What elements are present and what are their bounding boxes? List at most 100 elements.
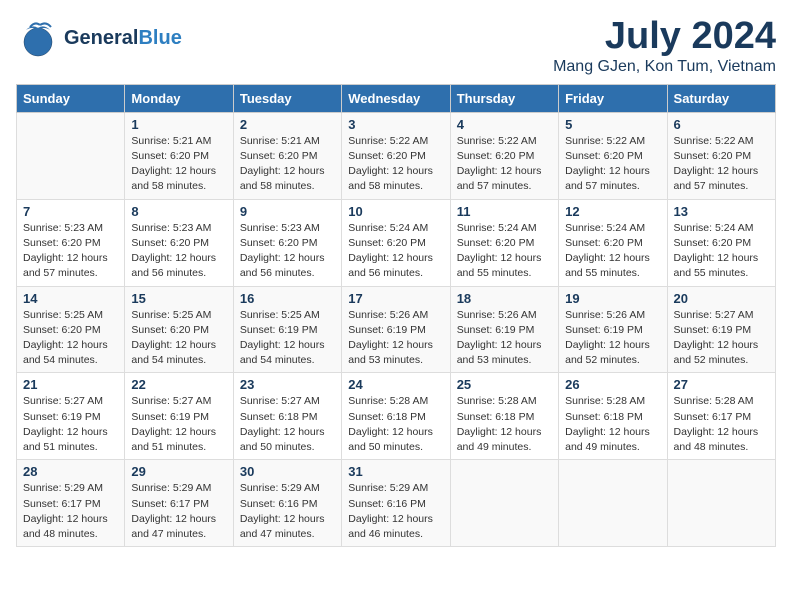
- day-info: Sunrise: 5:23 AM Sunset: 6:20 PM Dayligh…: [240, 221, 335, 282]
- day-info: Sunrise: 5:27 AM Sunset: 6:19 PM Dayligh…: [131, 394, 226, 455]
- day-info: Sunrise: 5:29 AM Sunset: 6:17 PM Dayligh…: [23, 481, 118, 542]
- week-row-2: 7Sunrise: 5:23 AM Sunset: 6:20 PM Daylig…: [17, 199, 776, 286]
- calendar-cell: [559, 460, 667, 547]
- calendar-cell: 28 Sunrise: 5:29 AM Sunset: 6:17 PM Dayli…: [17, 460, 125, 547]
- calendar-cell: 10 Sunrise: 5:24 AM Sunset: 6:20 PM Dayli…: [342, 199, 450, 286]
- calendar-cell: 2 Sunrise: 5:21 AM Sunset: 6:20 PM Daylig…: [233, 112, 341, 199]
- header-cell-sunday: Sunday: [17, 84, 125, 112]
- week-row-3: 14Sunrise: 5:25 AM Sunset: 6:20 PM Dayli…: [17, 286, 776, 373]
- week-row-1: 1 Sunrise: 5:21 AM Sunset: 6:20 PM Daylig…: [17, 112, 776, 199]
- calendar-cell: 3 Sunrise: 5:22 AM Sunset: 6:20 PM Daylig…: [342, 112, 450, 199]
- day-number: 20: [674, 291, 769, 306]
- day-info: Sunrise: 5:25 AM Sunset: 6:20 PM Dayligh…: [23, 308, 118, 369]
- day-info: Sunrise: 5:28 AM Sunset: 6:18 PM Dayligh…: [565, 394, 660, 455]
- calendar-cell: 25 Sunrise: 5:28 AM Sunset: 6:18 PM Dayli…: [450, 373, 558, 460]
- calendar-cell: 27 Sunrise: 5:28 AM Sunset: 6:17 PM Dayli…: [667, 373, 775, 460]
- calendar-cell: 16Sunrise: 5:25 AM Sunset: 6:19 PM Dayli…: [233, 286, 341, 373]
- header-cell-wednesday: Wednesday: [342, 84, 450, 112]
- subtitle: Mang GJen, Kon Tum, Vietnam: [553, 58, 776, 76]
- day-info: Sunrise: 5:27 AM Sunset: 6:19 PM Dayligh…: [674, 308, 769, 369]
- calendar-cell: 26 Sunrise: 5:28 AM Sunset: 6:18 PM Dayli…: [559, 373, 667, 460]
- day-info: Sunrise: 5:26 AM Sunset: 6:19 PM Dayligh…: [565, 308, 660, 369]
- day-info: Sunrise: 5:22 AM Sunset: 6:20 PM Dayligh…: [348, 134, 443, 195]
- logo-icon: [16, 16, 60, 60]
- day-info: Sunrise: 5:23 AM Sunset: 6:20 PM Dayligh…: [23, 221, 118, 282]
- day-number: 13: [674, 204, 769, 219]
- logo-text-block: GeneralBlue: [64, 27, 182, 49]
- day-number: 4: [457, 117, 552, 132]
- day-number: 9: [240, 204, 335, 219]
- day-number: 21: [23, 377, 118, 392]
- day-number: 15: [131, 291, 226, 306]
- day-number: 26: [565, 377, 660, 392]
- day-info: Sunrise: 5:24 AM Sunset: 6:20 PM Dayligh…: [457, 221, 552, 282]
- day-number: 18: [457, 291, 552, 306]
- calendar-cell: 19 Sunrise: 5:26 AM Sunset: 6:19 PM Dayli…: [559, 286, 667, 373]
- day-info: Sunrise: 5:29 AM Sunset: 6:16 PM Dayligh…: [240, 481, 335, 542]
- day-number: 25: [457, 377, 552, 392]
- header-cell-tuesday: Tuesday: [233, 84, 341, 112]
- day-info: Sunrise: 5:24 AM Sunset: 6:20 PM Dayligh…: [565, 221, 660, 282]
- calendar-cell: 23 Sunrise: 5:27 AM Sunset: 6:18 PM Dayli…: [233, 373, 341, 460]
- day-number: 28: [23, 464, 118, 479]
- day-info: Sunrise: 5:26 AM Sunset: 6:19 PM Dayligh…: [457, 308, 552, 369]
- header-cell-monday: Monday: [125, 84, 233, 112]
- header-cell-saturday: Saturday: [667, 84, 775, 112]
- day-info: Sunrise: 5:23 AM Sunset: 6:20 PM Dayligh…: [131, 221, 226, 282]
- day-info: Sunrise: 5:28 AM Sunset: 6:18 PM Dayligh…: [457, 394, 552, 455]
- calendar-cell: 4 Sunrise: 5:22 AM Sunset: 6:20 PM Daylig…: [450, 112, 558, 199]
- day-info: Sunrise: 5:28 AM Sunset: 6:17 PM Dayligh…: [674, 394, 769, 455]
- calendar-cell: 5 Sunrise: 5:22 AM Sunset: 6:20 PM Daylig…: [559, 112, 667, 199]
- day-number: 16: [240, 291, 335, 306]
- day-info: Sunrise: 5:29 AM Sunset: 6:16 PM Dayligh…: [348, 481, 443, 542]
- day-number: 12: [565, 204, 660, 219]
- page-header: GeneralBlue July 2024 Mang GJen, Kon Tum…: [16, 16, 776, 76]
- header-cell-friday: Friday: [559, 84, 667, 112]
- day-number: 23: [240, 377, 335, 392]
- day-number: 3: [348, 117, 443, 132]
- logo-blue: Blue: [138, 27, 181, 49]
- calendar-cell: 9 Sunrise: 5:23 AM Sunset: 6:20 PM Daylig…: [233, 199, 341, 286]
- day-number: 6: [674, 117, 769, 132]
- day-number: 29: [131, 464, 226, 479]
- day-info: Sunrise: 5:24 AM Sunset: 6:20 PM Dayligh…: [348, 221, 443, 282]
- calendar-cell: 1 Sunrise: 5:21 AM Sunset: 6:20 PM Daylig…: [125, 112, 233, 199]
- day-info: Sunrise: 5:22 AM Sunset: 6:20 PM Dayligh…: [457, 134, 552, 195]
- calendar-cell: 20 Sunrise: 5:27 AM Sunset: 6:19 PM Dayli…: [667, 286, 775, 373]
- calendar-body: 1 Sunrise: 5:21 AM Sunset: 6:20 PM Daylig…: [17, 112, 776, 546]
- day-number: 10: [348, 204, 443, 219]
- main-title: July 2024: [553, 16, 776, 58]
- logo: GeneralBlue: [16, 16, 182, 60]
- day-info: Sunrise: 5:24 AM Sunset: 6:20 PM Dayligh…: [674, 221, 769, 282]
- header-row: SundayMondayTuesdayWednesdayThursdayFrid…: [17, 84, 776, 112]
- calendar-cell: 21Sunrise: 5:27 AM Sunset: 6:19 PM Dayli…: [17, 373, 125, 460]
- day-number: 17: [348, 291, 443, 306]
- day-number: 5: [565, 117, 660, 132]
- logo-general: General: [64, 27, 138, 49]
- day-info: Sunrise: 5:29 AM Sunset: 6:17 PM Dayligh…: [131, 481, 226, 542]
- day-info: Sunrise: 5:21 AM Sunset: 6:20 PM Dayligh…: [131, 134, 226, 195]
- calendar-table: SundayMondayTuesdayWednesdayThursdayFrid…: [16, 84, 776, 547]
- calendar-cell: 22Sunrise: 5:27 AM Sunset: 6:19 PM Dayli…: [125, 373, 233, 460]
- day-info: Sunrise: 5:26 AM Sunset: 6:19 PM Dayligh…: [348, 308, 443, 369]
- day-info: Sunrise: 5:27 AM Sunset: 6:18 PM Dayligh…: [240, 394, 335, 455]
- day-number: 2: [240, 117, 335, 132]
- calendar-cell: 7Sunrise: 5:23 AM Sunset: 6:20 PM Daylig…: [17, 199, 125, 286]
- calendar-cell: 8Sunrise: 5:23 AM Sunset: 6:20 PM Daylig…: [125, 199, 233, 286]
- day-number: 1: [131, 117, 226, 132]
- day-info: Sunrise: 5:25 AM Sunset: 6:20 PM Dayligh…: [131, 308, 226, 369]
- calendar-cell: 13 Sunrise: 5:24 AM Sunset: 6:20 PM Dayli…: [667, 199, 775, 286]
- calendar-cell: [450, 460, 558, 547]
- header-cell-thursday: Thursday: [450, 84, 558, 112]
- calendar-cell: 15 Sunrise: 5:25 AM Sunset: 6:20 PM Dayli…: [125, 286, 233, 373]
- calendar-cell: [667, 460, 775, 547]
- day-number: 19: [565, 291, 660, 306]
- calendar-cell: 6Sunrise: 5:22 AM Sunset: 6:20 PM Daylig…: [667, 112, 775, 199]
- day-info: Sunrise: 5:21 AM Sunset: 6:20 PM Dayligh…: [240, 134, 335, 195]
- day-info: Sunrise: 5:22 AM Sunset: 6:20 PM Dayligh…: [565, 134, 660, 195]
- calendar-cell: 31 Sunrise: 5:29 AM Sunset: 6:16 PM Dayli…: [342, 460, 450, 547]
- day-number: 24: [348, 377, 443, 392]
- title-section: July 2024 Mang GJen, Kon Tum, Vietnam: [553, 16, 776, 76]
- day-number: 31: [348, 464, 443, 479]
- day-number: 27: [674, 377, 769, 392]
